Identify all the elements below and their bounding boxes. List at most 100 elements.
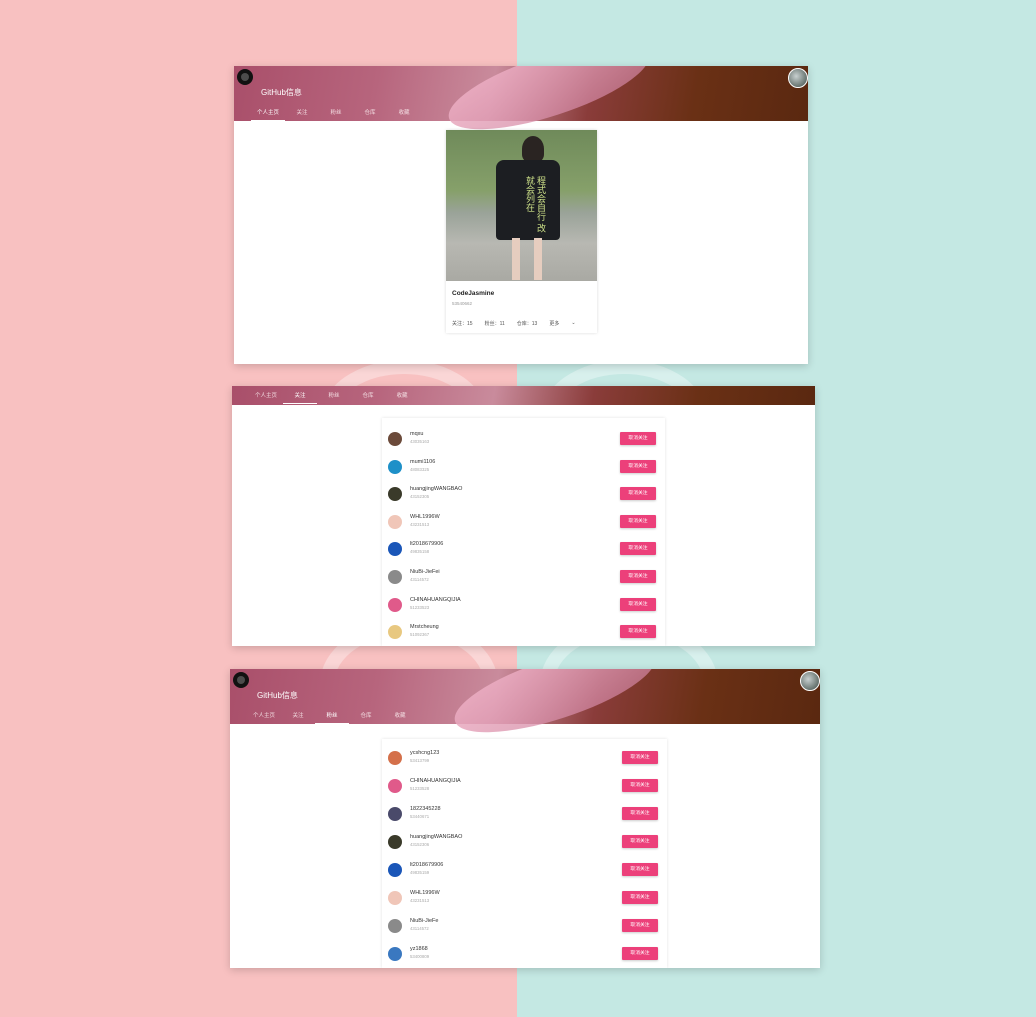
user-name[interactable]: huangjingWANGBAO [410,834,462,840]
following-list: mqxu 43035163 取消关注 mumi1106 48083325 取消关注 huan… [382,418,665,646]
user-avatar[interactable] [388,487,402,502]
tab-stars[interactable]: 收藏 [383,711,417,724]
photo-detail: 程式会自行 改就会列在 [496,160,560,240]
user-avatar[interactable] [388,807,402,821]
tab-stars[interactable]: 收藏 [385,391,419,404]
tab-followers[interactable]: 粉丝 [315,711,349,724]
user-avatar[interactable] [388,432,402,446]
list-item[interactable]: NiuBi-JieFei 43114572 取消关注 [382,567,665,591]
user-name[interactable]: Mrstcheung [410,624,439,630]
tab-following[interactable]: 关注 [285,108,319,121]
tab-following[interactable]: 关注 [281,711,315,724]
tab-profile[interactable]: 个人主页 [247,711,281,724]
tab-repos[interactable]: 仓库 [353,108,387,121]
unfollow-button[interactable]: 取消关注 [622,891,658,904]
unfollow-button[interactable]: 取消关注 [620,432,656,445]
unfollow-button[interactable]: 取消关注 [620,542,656,556]
user-name[interactable]: CHINAHUANGQIJIA [410,778,461,784]
user-id: 53413799 [410,758,430,763]
following-count[interactable]: 关注：15 [452,320,473,327]
tab-followers[interactable]: 粉丝 [317,391,351,404]
unfollow-button[interactable]: 取消关注 [622,751,658,764]
list-item[interactable]: CHINAHUANGQIJIA 51233523 取消关注 [382,595,665,619]
unfollow-button[interactable]: 取消关注 [620,597,656,611]
list-item[interactable]: WHL1996W 43231513 取消关注 [382,512,665,536]
list-item[interactable]: mumi1106 48083325 取消关注 [382,457,665,481]
user-name[interactable]: NiuBi-JieFe [410,918,438,924]
user-avatar[interactable] [788,68,808,88]
github-icon[interactable] [233,672,249,688]
user-name[interactable]: WHL1996W [410,514,440,520]
more-button[interactable]: 更多 [549,320,559,327]
unfollow-button[interactable]: 取消关注 [622,807,658,820]
user-avatar[interactable] [388,542,402,557]
followers-count[interactable]: 粉丝：11 [485,320,505,327]
tab-profile[interactable]: 个人主页 [251,108,285,121]
user-avatar[interactable] [388,459,402,474]
user-id: 43152306 [410,842,430,847]
user-name[interactable]: yz1868 [410,946,428,952]
list-item[interactable]: 1822345228 53440671 取消关注 [382,804,667,828]
user-avatar[interactable] [388,570,402,584]
header-decoration [445,669,665,750]
tab-repos[interactable]: 仓库 [351,391,385,404]
user-avatar[interactable] [388,947,402,961]
tab-following[interactable]: 关注 [283,391,317,404]
unfollow-button[interactable]: 取消关注 [622,919,658,932]
unfollow-button[interactable]: 取消关注 [620,514,656,528]
list-item[interactable]: huangjingWANGBAO 43152306 取消关注 [382,832,667,856]
shirt-text: 程式会自行 改就会列在 [525,176,546,233]
user-name[interactable]: mqxu [410,431,423,437]
user-name[interactable]: CHINAHUANGQIJIA [410,597,461,603]
user-id: 53400809 [410,954,430,959]
tab-repos[interactable]: 仓库 [349,711,383,724]
list-item[interactable]: NiuBi-JieFe 43114572 取消关注 [382,916,667,940]
unfollow-button[interactable]: 取消关注 [620,487,656,501]
user-name[interactable]: lt2018679906 [410,541,443,547]
list-item[interactable]: yz1868 53400809 取消关注 [382,944,667,968]
list-item[interactable]: WHL1996W 43231513 取消关注 [382,888,667,912]
unfollow-button[interactable]: 取消关注 [620,459,656,473]
list-item[interactable]: CHINAHUANGQIJIA 51233528 取消关注 [382,776,667,800]
list-item[interactable]: lt2018679906 49835158 取消关注 [382,539,665,563]
user-name[interactable]: NiuBi-JieFei [410,569,440,575]
list-item[interactable]: lt2018679906 49835159 取消关注 [382,860,667,884]
user-name[interactable]: WHL1996W [410,890,440,896]
user-name[interactable]: 1822345228 [410,806,441,812]
user-id: 43152305 [410,494,430,500]
user-name[interactable]: mumi1106 [410,459,435,465]
list-item[interactable]: ycshcng123 53413799 取消关注 [382,748,667,772]
user-avatar[interactable] [388,835,402,849]
user-avatar[interactable] [388,863,402,877]
unfollow-button[interactable]: 取消关注 [622,835,658,848]
app-title: GitHub信息 [261,88,302,97]
user-name[interactable]: ycshcng123 [410,750,439,756]
unfollow-button[interactable]: 取消关注 [620,625,656,639]
repos-count[interactable]: 仓库：13 [517,320,538,327]
chevron-down-icon[interactable]: ⌄ [571,320,575,327]
user-avatar[interactable] [388,514,402,529]
unfollow-button[interactable]: 取消关注 [622,947,658,960]
user-avatar[interactable] [388,919,402,933]
user-avatar[interactable] [388,779,402,793]
list-item[interactable]: huangjingWANGBAO 43152305 取消关注 [382,484,665,508]
user-avatar[interactable] [388,891,402,905]
tab-stars[interactable]: 收藏 [387,108,421,121]
list-item[interactable]: Mrstcheung 51092367 取消关注 [382,622,665,646]
list-item[interactable]: mqxu 43035163 取消关注 [382,429,665,453]
app-header: GitHub信息 个人主页 关注 粉丝 仓库 收藏 [234,66,808,147]
tab-followers[interactable]: 粉丝 [319,108,353,121]
tab-profile[interactable]: 个人主页 [249,391,283,404]
user-name[interactable]: lt2018679906 [410,862,443,868]
unfollow-button[interactable]: 取消关注 [620,570,656,583]
user-avatar[interactable] [388,597,402,612]
user-name[interactable]: huangjingWANGBAO [410,486,462,492]
github-icon[interactable] [237,69,253,85]
user-avatar[interactable] [388,751,402,765]
user-avatar[interactable] [388,625,402,640]
unfollow-button[interactable]: 取消关注 [622,863,658,876]
user-avatar[interactable] [800,671,820,691]
user-id: 49835158 [410,549,430,555]
unfollow-button[interactable]: 取消关注 [622,779,658,792]
user-id: 43035163 [410,439,430,444]
